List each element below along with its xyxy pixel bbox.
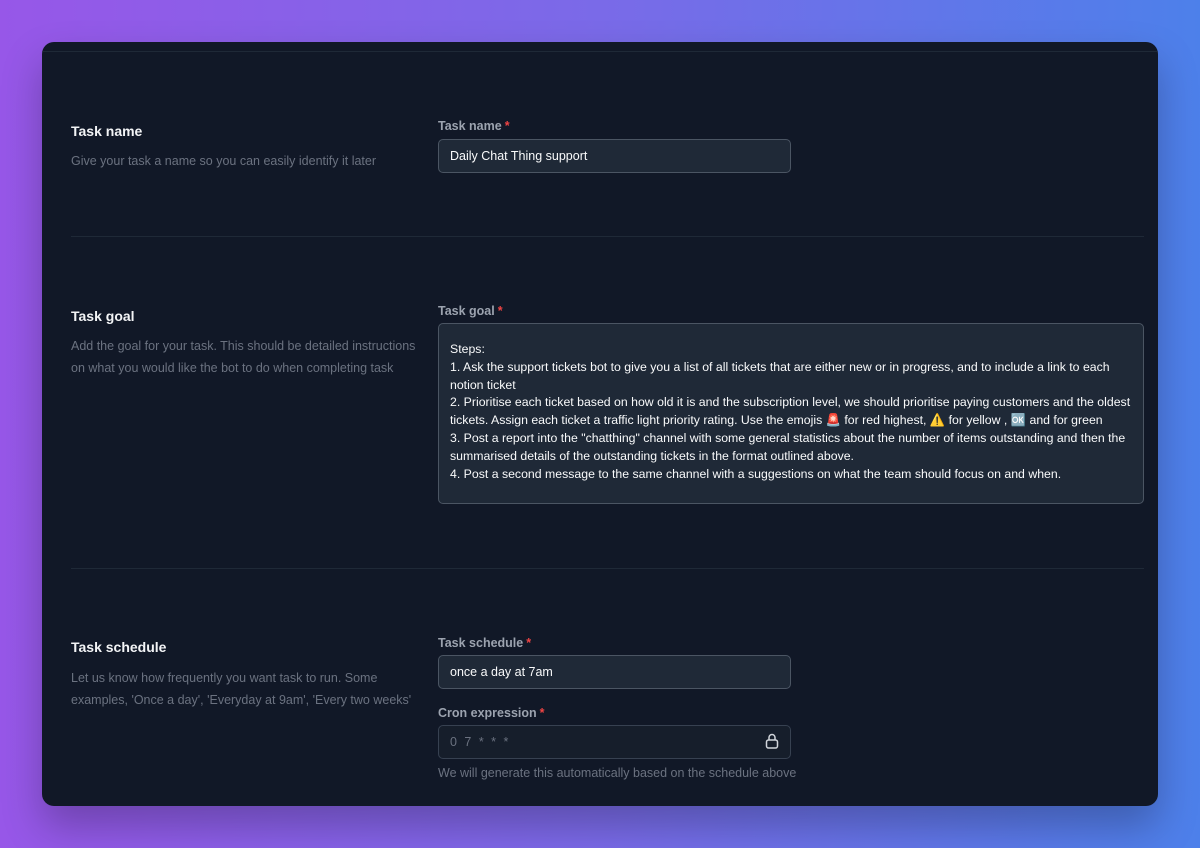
required-mark: * [539, 706, 545, 720]
task-goal-line: 2. Prioritise each ticket based on how o… [450, 395, 1131, 428]
task-goal-label-text: Task goal [438, 304, 495, 318]
task-schedule-description: Let us know how frequently you want task… [71, 671, 412, 707]
task-goal-line: 4. Post a second message to the same cha… [450, 466, 1062, 481]
task-schedule-label-text: Task schedule [438, 636, 524, 650]
required-mark: * [504, 119, 510, 133]
task-goal-label: Task goal * [438, 304, 503, 318]
task-goal-line: Steps: [450, 342, 485, 356]
task-goal-line: 3. Post a report into the "chatthing" ch… [450, 430, 1126, 463]
task-form-window: Task name Give your task a name so you c… [42, 42, 1158, 806]
task-schedule-title: Task schedule [71, 639, 167, 655]
task-goal-description: Add the goal for your task. This should … [71, 339, 416, 375]
task-schedule-label: Task schedule * [438, 636, 531, 650]
required-mark: * [497, 304, 503, 318]
task-name-title: Task name [71, 123, 143, 139]
cron-expression-hint: We will generate this automatically base… [438, 766, 797, 780]
required-mark: * [526, 636, 532, 650]
task-name-label-text: Task name [438, 119, 502, 133]
task-name-value: Daily Chat Thing support [450, 149, 588, 163]
cron-expression-label: Cron expression * [438, 706, 545, 720]
cron-expression-input: 0 7 * * * [438, 725, 791, 759]
cron-expression-label-text: Cron expression [438, 706, 537, 720]
task-name-label: Task name * [438, 119, 510, 133]
task-goal-title: Task goal [71, 308, 135, 324]
task-goal-section: Task goal Add the goal for your task. Th… [71, 237, 1144, 567]
task-name-description: Give your task a name so you can easily … [71, 154, 377, 168]
task-schedule-section: Task schedule Let us know how frequently… [71, 569, 1144, 806]
task-schedule-input[interactable]: once a day at 7am [438, 655, 791, 689]
task-name-input[interactable]: Daily Chat Thing support [438, 139, 791, 173]
task-schedule-value: once a day at 7am [450, 665, 553, 679]
task-goal-line: 1. Ask the support tickets bot to give y… [450, 359, 1110, 392]
task-name-section: Task name Give your task a name so you c… [71, 42, 1144, 242]
task-goal-textarea[interactable]: Steps: 1. Ask the support tickets bot to… [438, 323, 1144, 504]
lock-icon [765, 733, 779, 752]
cron-expression-value: 0 7 * * * [450, 735, 511, 749]
